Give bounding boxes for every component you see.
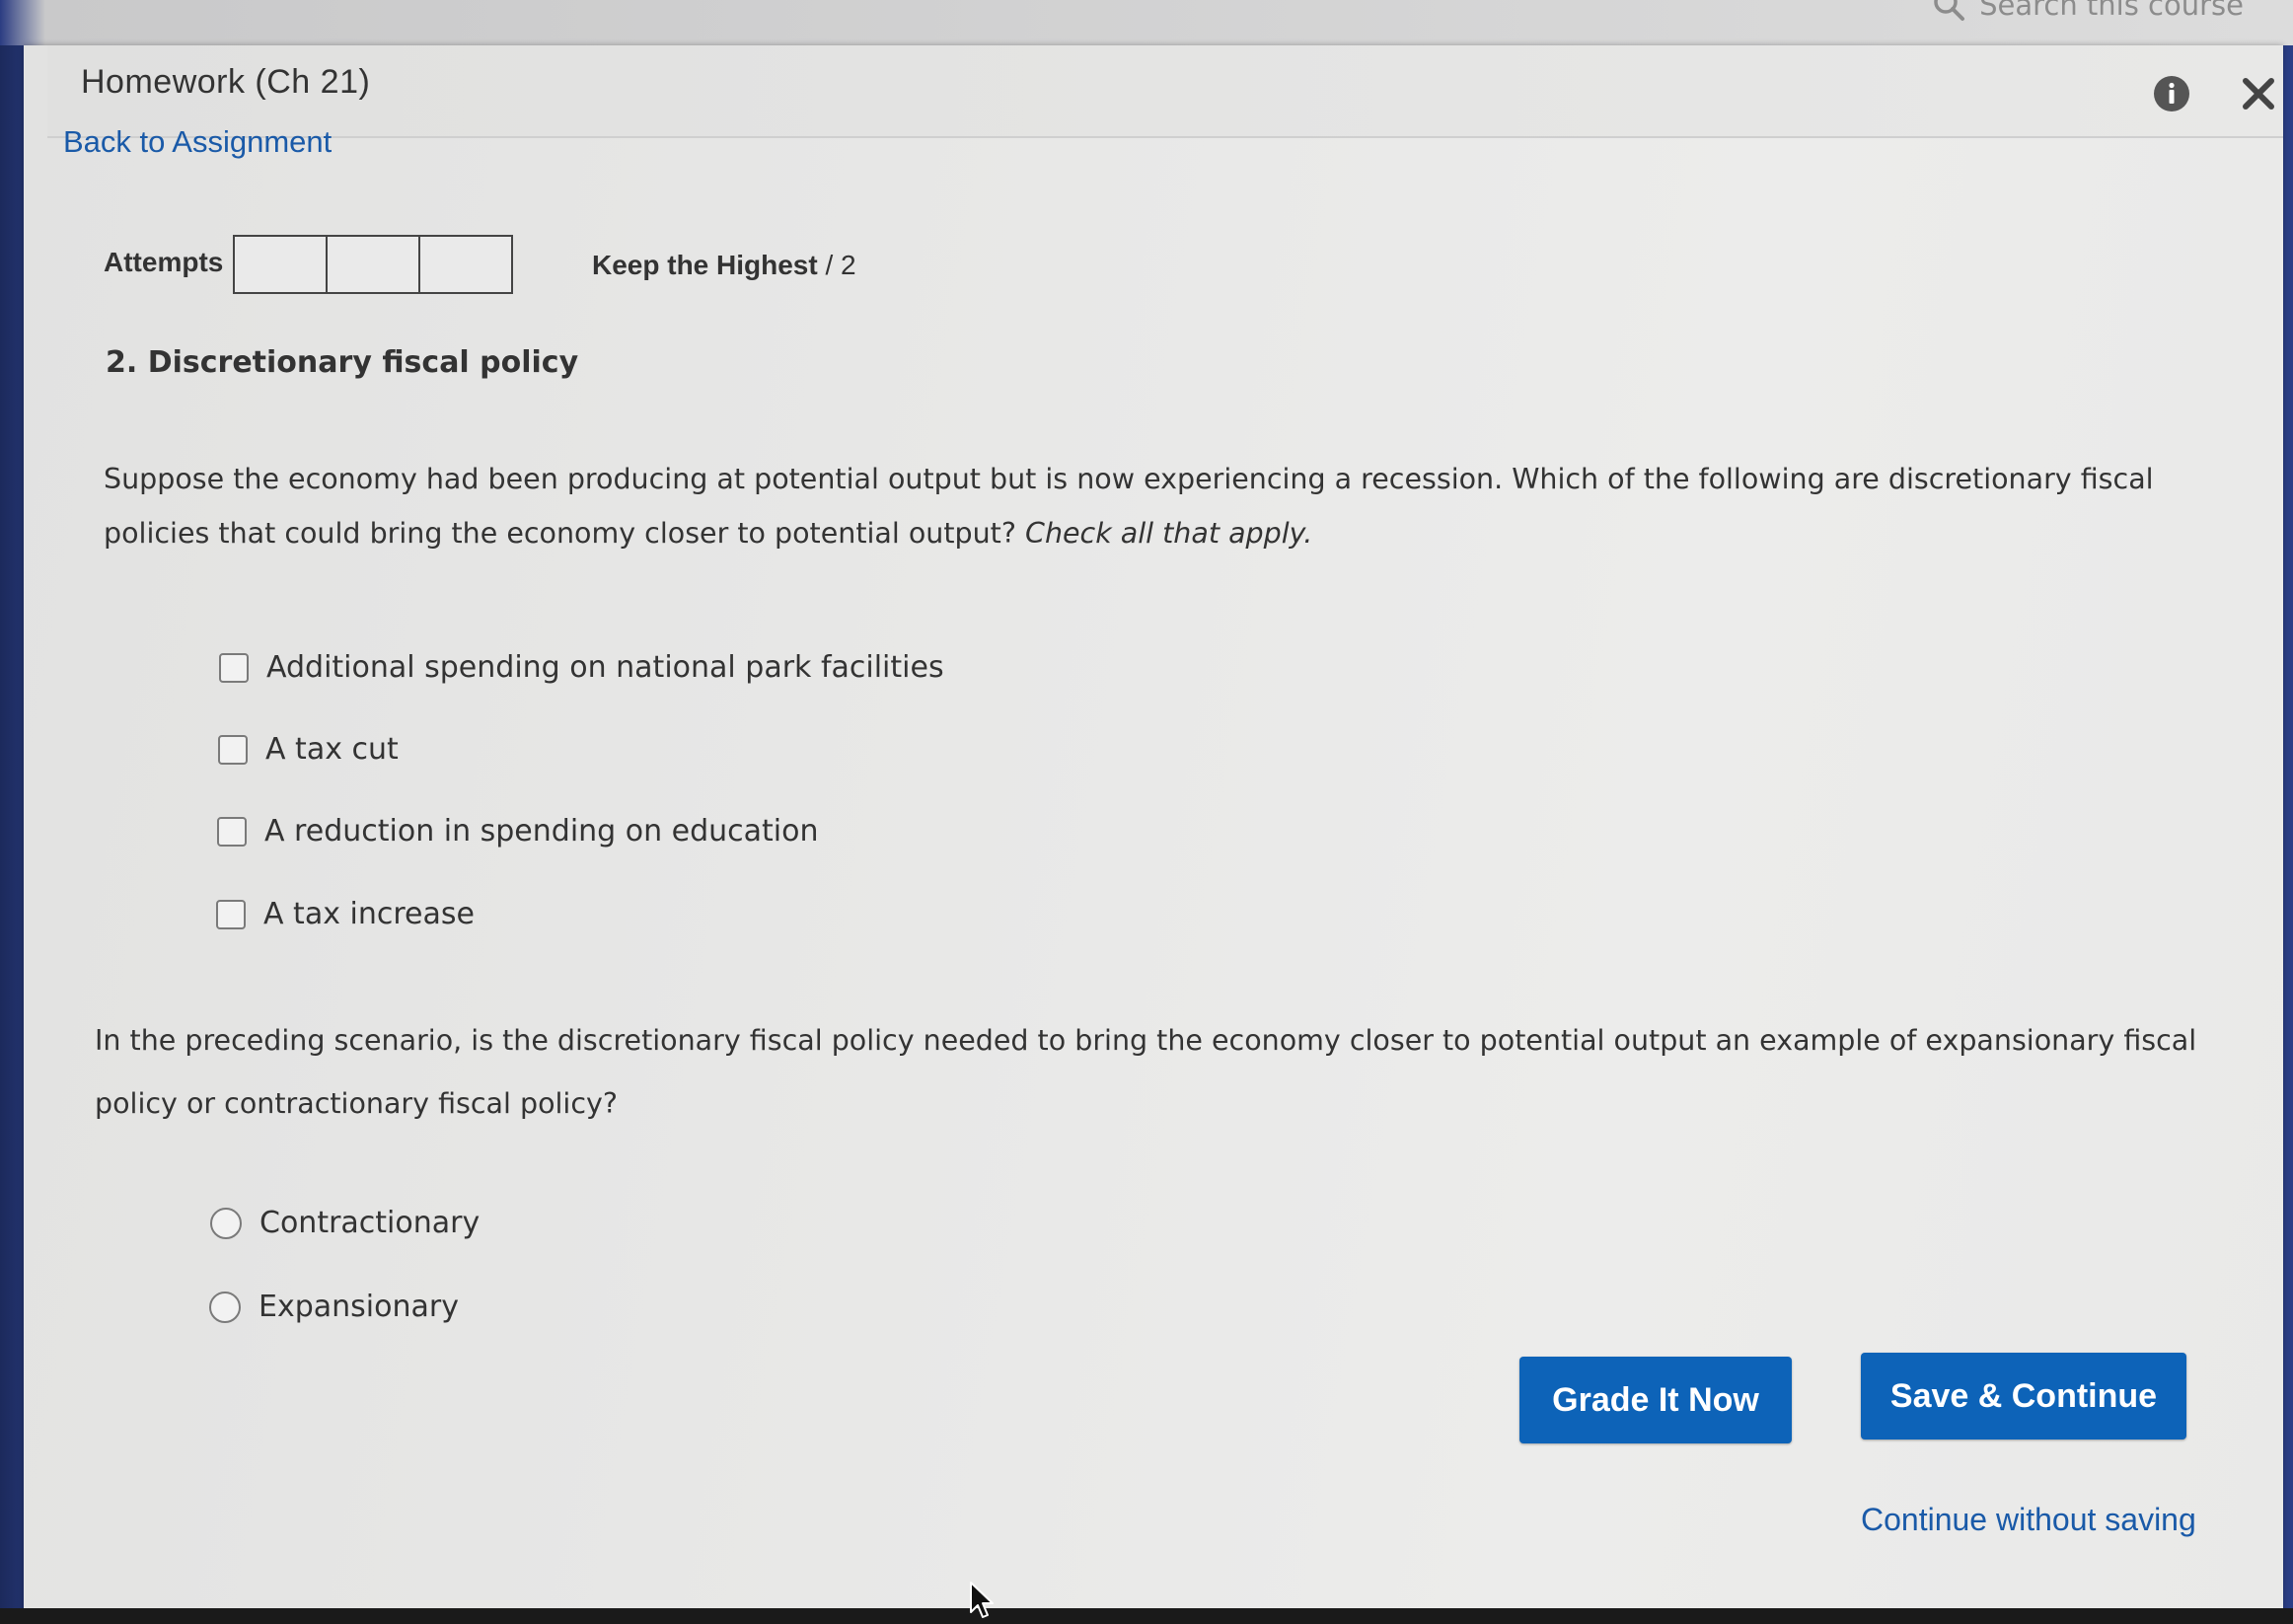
checkbox[interactable] xyxy=(218,734,248,765)
checkbox-option[interactable]: A reduction in spending on education xyxy=(217,814,819,849)
checkbox-label[interactable]: A tax increase xyxy=(263,897,475,931)
attempt-box xyxy=(328,237,420,292)
mouse-cursor-icon xyxy=(969,1581,995,1620)
search-placeholder[interactable]: Search this course xyxy=(1979,0,2244,22)
question-text: Suppose the economy had been producing a… xyxy=(104,452,2195,560)
radio-button[interactable] xyxy=(210,1207,242,1239)
attempt-box xyxy=(420,237,511,292)
grade-it-now-button[interactable]: Grade It Now xyxy=(1519,1357,1792,1443)
attempt-indicator xyxy=(233,235,513,294)
back-to-assignment-link[interactable]: Back to Assignment xyxy=(63,124,332,160)
panel-header: Homework (Ch 21) xyxy=(47,45,2283,138)
continue-without-saving-link[interactable]: Continue without saving xyxy=(1861,1502,2196,1538)
question-instruction: Check all that apply. xyxy=(1025,517,1313,550)
checkbox-option[interactable]: A tax cut xyxy=(218,732,399,767)
attempt-box xyxy=(235,237,328,292)
checkbox[interactable] xyxy=(217,816,247,847)
search-icon[interactable] xyxy=(1932,0,1965,22)
dock-strip xyxy=(0,1608,2293,1624)
checkbox[interactable] xyxy=(216,899,246,929)
radio-button[interactable] xyxy=(209,1291,241,1323)
grading-policy-value: / 2 xyxy=(817,250,856,280)
radio-label[interactable]: Contractionary xyxy=(259,1206,480,1240)
checkbox[interactable] xyxy=(219,652,249,683)
attempts-label: Attempts xyxy=(104,247,224,277)
checkbox-label[interactable]: Additional spending on national park fac… xyxy=(266,650,944,685)
question-title: 2. Discretionary fiscal policy xyxy=(106,345,579,380)
top-bar: Search this course xyxy=(0,0,2293,45)
close-icon[interactable] xyxy=(2240,75,2277,112)
grading-policy-label: Keep the Highest xyxy=(592,250,818,280)
course-search[interactable]: Search this course xyxy=(1932,0,2244,22)
followup-question-text: In the preceding scenario, is the discre… xyxy=(95,1024,2197,1120)
page-title: Homework (Ch 21) xyxy=(81,63,371,101)
radio-option[interactable]: Expansionary xyxy=(209,1290,459,1324)
checkbox-option[interactable]: A tax increase xyxy=(216,897,475,931)
save-and-continue-button[interactable]: Save & Continue xyxy=(1861,1353,2186,1439)
info-icon[interactable] xyxy=(2153,75,2190,112)
radio-option[interactable]: Contractionary xyxy=(210,1206,480,1240)
grading-policy: Keep the Highest / 2 xyxy=(592,250,856,281)
radio-label[interactable]: Expansionary xyxy=(259,1290,459,1324)
checkbox-label[interactable]: A tax cut xyxy=(265,732,399,767)
checkbox-option[interactable]: Additional spending on national park fac… xyxy=(219,650,944,685)
checkbox-label[interactable]: A reduction in spending on education xyxy=(264,814,819,849)
